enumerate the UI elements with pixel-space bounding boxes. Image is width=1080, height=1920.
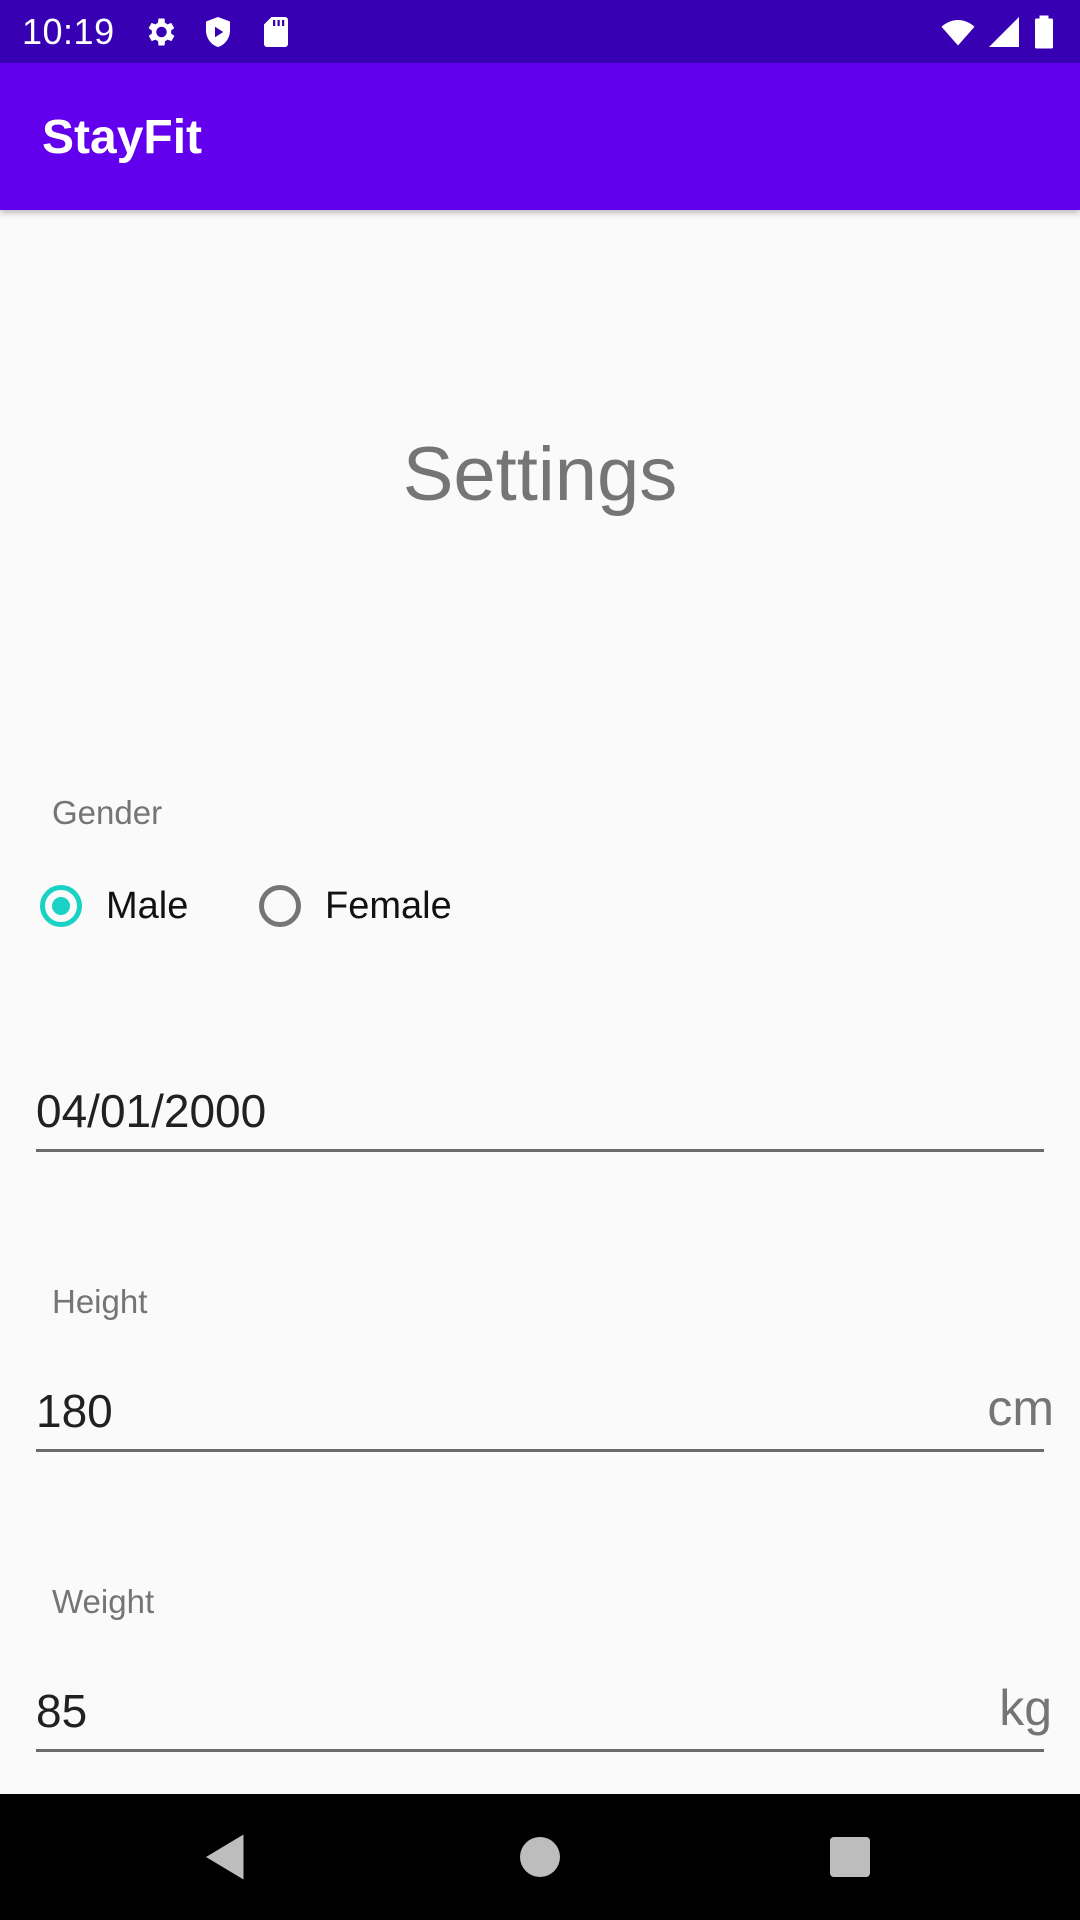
home-icon[interactable] [510, 1827, 570, 1887]
gender-label: Gender [52, 794, 163, 831]
weight-input[interactable] [36, 1679, 936, 1743]
radio-unchecked-icon[interactable] [259, 885, 301, 927]
height-input[interactable] [36, 1379, 936, 1443]
app-bar: StayFit [0, 63, 1080, 210]
height-label: Height [52, 1283, 148, 1320]
nav-bar [0, 1794, 1080, 1920]
weight-field[interactable]: kg [36, 1669, 1052, 1752]
gender-option-male[interactable]: Male [40, 878, 188, 934]
battery-icon [1035, 15, 1053, 49]
gender-option-female[interactable]: Female [259, 878, 452, 934]
page-title: Settings [402, 432, 678, 517]
weight-unit: kg [999, 1680, 1052, 1736]
status-time: 10:19 [22, 11, 115, 52]
gear-icon [148, 18, 175, 46]
recents-icon[interactable] [820, 1827, 880, 1887]
gender-option-female-label: Female [325, 884, 452, 927]
gender-option-male-label: Male [106, 884, 189, 927]
sd-card-icon [264, 17, 288, 47]
birthdate-field[interactable] [36, 1069, 1044, 1152]
wifi-icon [941, 20, 975, 46]
status-bar: 10:19 [0, 0, 1080, 63]
back-icon[interactable] [196, 1827, 256, 1887]
cell-signal-icon [989, 17, 1019, 47]
birthdate-input[interactable] [36, 1079, 936, 1143]
shield-icon [206, 17, 230, 47]
app-title: StayFit [42, 111, 203, 164]
weight-label: Weight [52, 1583, 155, 1620]
gender-radio-group: Male Female [40, 878, 640, 934]
radio-checked-icon[interactable] [40, 885, 82, 927]
height-field[interactable]: cm [36, 1369, 1054, 1452]
height-unit: cm [987, 1380, 1054, 1436]
